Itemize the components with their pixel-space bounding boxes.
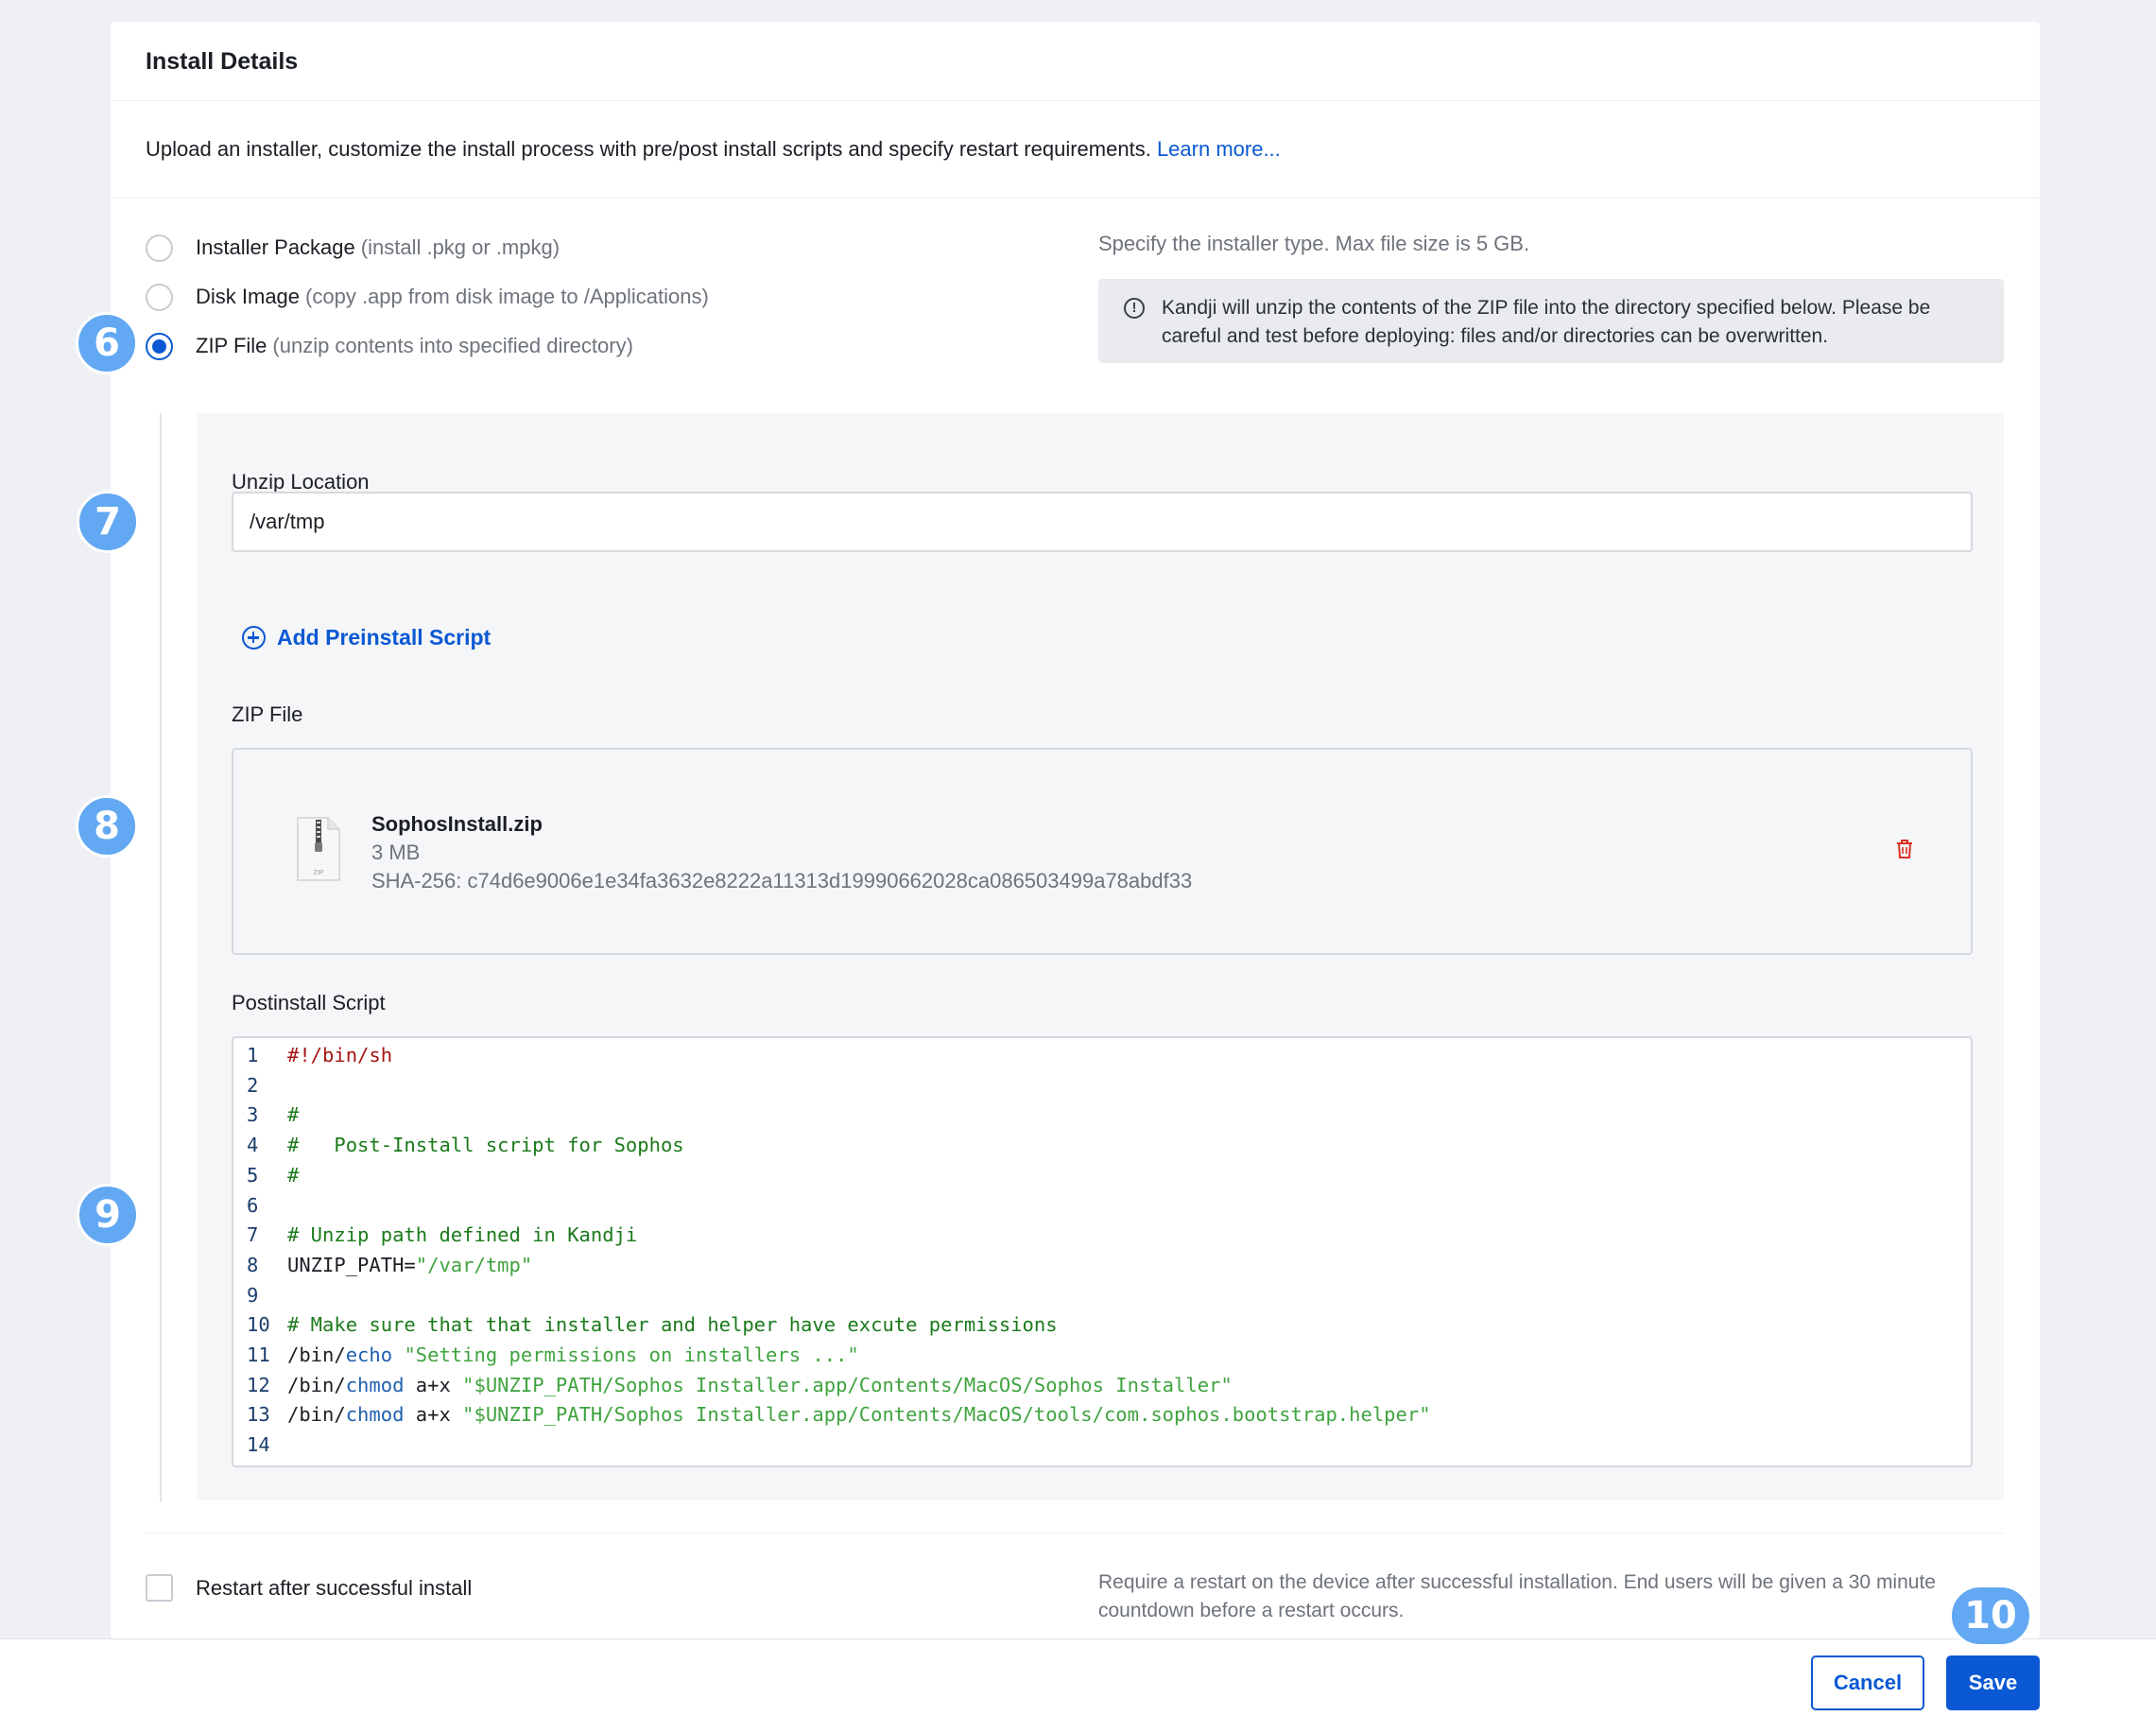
zip-settings-panel: Unzip Location /var/tmp Add Preinstall S… (197, 413, 2004, 1500)
code-token: a+x (404, 1373, 463, 1396)
line-number: 12 (247, 1373, 270, 1396)
line-number: 11 (247, 1343, 270, 1366)
step-marker-6: 6 (76, 312, 138, 374)
radio-disk-image[interactable]: Disk Image (copy .app from disk image to… (146, 282, 709, 312)
line-number: 9 (247, 1283, 259, 1307)
code-token: echo (345, 1343, 393, 1366)
save-button[interactable]: Save (1946, 1655, 2040, 1710)
line-number: 5 (247, 1163, 259, 1187)
card-header: Install Details (111, 22, 2040, 101)
code-token: /bin/ (287, 1373, 346, 1396)
description: Upload an installer, customize the insta… (146, 137, 1281, 162)
code-token: # (287, 1103, 300, 1127)
code-token: "$UNZIP_PATH/Sophos Installer.app/Conten… (462, 1403, 1431, 1427)
nesting-line (160, 413, 162, 1502)
plus-circle-icon (242, 626, 266, 650)
code-text: # (287, 1101, 299, 1130)
unzip-location-input[interactable]: /var/tmp (232, 492, 1973, 552)
radio-zip-file[interactable]: ZIP File (unzip contents into specified … (146, 331, 633, 361)
code-token: chmod (345, 1373, 405, 1396)
line-number: 14 (247, 1433, 270, 1457)
radio-button[interactable] (146, 283, 173, 311)
step-marker-10: 10 (1949, 1585, 2032, 1647)
code-token: UNZIP_PATH= (287, 1253, 416, 1276)
footer-bar: Cancel Save (0, 1638, 2156, 1716)
postinstall-label: Postinstall Script (232, 991, 386, 1014)
step-marker-8: 8 (76, 795, 138, 858)
code-token: chmod (345, 1403, 405, 1427)
code-text: /bin/chmod a+x "$UNZIP_PATH/Sophos Insta… (287, 1371, 1233, 1400)
code-text: # (287, 1161, 299, 1190)
install-details-card: Install Details Upload an installer, cus… (111, 22, 2040, 1638)
line-number: 1 (247, 1044, 259, 1066)
code-token: "$UNZIP_PATH/Sophos Installer.app/Conten… (462, 1373, 1233, 1396)
line-number: 8 (247, 1253, 259, 1276)
radio-hint: (unzip contents into specified directory… (272, 334, 633, 357)
radio-label: ZIP File (196, 334, 267, 357)
cancel-button[interactable]: Cancel (1811, 1655, 1924, 1710)
code-text: # Unzip path defined in Kandji (287, 1221, 637, 1250)
code-text: /bin/echo "Setting permissions on instal… (287, 1341, 859, 1370)
code-token: /bin/ (287, 1343, 346, 1366)
zip-file-label: ZIP File (232, 702, 303, 726)
code-text: UNZIP_PATH="/var/tmp" (287, 1251, 532, 1280)
radio-button[interactable] (146, 234, 173, 262)
code-token: "Running Sophos Installer ..." (346, 1464, 696, 1465)
info-icon: ! (1124, 298, 1145, 319)
file-name: SophosInstall.zip (371, 812, 543, 836)
code-text: /bin/chmod a+x "$UNZIP_PATH/Sophos Insta… (287, 1400, 1431, 1430)
code-token: /bin/ (287, 1403, 346, 1427)
code-token: #!/bin/sh (287, 1044, 393, 1066)
radio-label: Disk Image (196, 285, 301, 308)
radio-hint: (copy .app from disk image to /Applicati… (305, 285, 709, 308)
zip-file-box: ZIP SophosInstall.zip 3 MB SHA-256: c74d… (232, 748, 1973, 955)
installer-type-hint: Specify the installer type. Max file siz… (1098, 232, 1530, 255)
radio-installer-package[interactable]: Installer Package (install .pkg or .mpkg… (146, 233, 560, 263)
restart-label: Restart after successful install (196, 1576, 473, 1600)
line-number: 13 (247, 1403, 270, 1427)
restart-checkbox[interactable] (146, 1574, 173, 1602)
code-text: # Post-Install script for Sophos (287, 1131, 684, 1160)
line-number: 10 (247, 1313, 270, 1337)
zip-file-icon: ZIP (297, 817, 340, 881)
learn-more-link[interactable]: Learn more... (1157, 137, 1281, 161)
zip-icon-text: ZIP (314, 870, 324, 876)
code-token: "/var/tmp" (415, 1253, 533, 1276)
description-row: Upload an installer, customize the insta… (111, 101, 2040, 199)
code-token: # Make sure that that installer and help… (287, 1313, 1058, 1337)
line-number: 3 (247, 1103, 259, 1127)
line-number: 15 (247, 1461, 275, 1465)
radio-button-selected[interactable] (146, 332, 173, 360)
line-number: 2 (247, 1073, 259, 1097)
code-token: # (287, 1163, 300, 1187)
code-token: a+x (404, 1403, 463, 1427)
info-text: Kandji will unzip the contents of the ZI… (1162, 297, 1931, 347)
code-token: echo (287, 1464, 346, 1465)
description-text: Upload an installer, customize the insta… (146, 137, 1151, 161)
file-size: 3 MB (371, 841, 421, 864)
file-hash: SHA-256: c74d6e9006e1e34fa3632e8222a1131… (371, 869, 1193, 893)
trash-icon[interactable] (1895, 839, 1914, 859)
line-number: 7 (247, 1223, 259, 1247)
line-number: 4 (247, 1134, 259, 1157)
restart-hint: Require a restart on the device after su… (1098, 1571, 1936, 1621)
add-preinstall-script-button[interactable]: Add Preinstall Script (242, 625, 491, 650)
card-title: Install Details (146, 48, 299, 75)
line-number: 6 (247, 1193, 259, 1217)
code-token: # Post-Install script for Sophos (287, 1134, 684, 1157)
radio-label: Installer Package (196, 235, 355, 259)
divider (146, 1533, 2004, 1534)
postinstall-code-editor[interactable]: 1 #!/bin/sh 2 3 #4 # Post-Install script for … (232, 1036, 1973, 1467)
code-token: # Unzip path defined in Kandji (287, 1223, 638, 1247)
step-marker-9: 9 (77, 1184, 139, 1246)
code-text: #!/bin/sh (287, 1041, 392, 1070)
radio-hint: (install .pkg or .mpkg) (360, 235, 561, 259)
step-marker-7: 7 (77, 491, 139, 553)
info-box: ! Kandji will unzip the contents of the … (1098, 279, 2004, 363)
add-preinstall-label: Add Preinstall Script (277, 625, 492, 650)
code-text: # Make sure that that installer and help… (287, 1310, 1058, 1340)
code-token: "Setting permissions on installers ..." (404, 1343, 859, 1366)
code-text: echo "Running Sophos Installer ..." (287, 1461, 696, 1465)
